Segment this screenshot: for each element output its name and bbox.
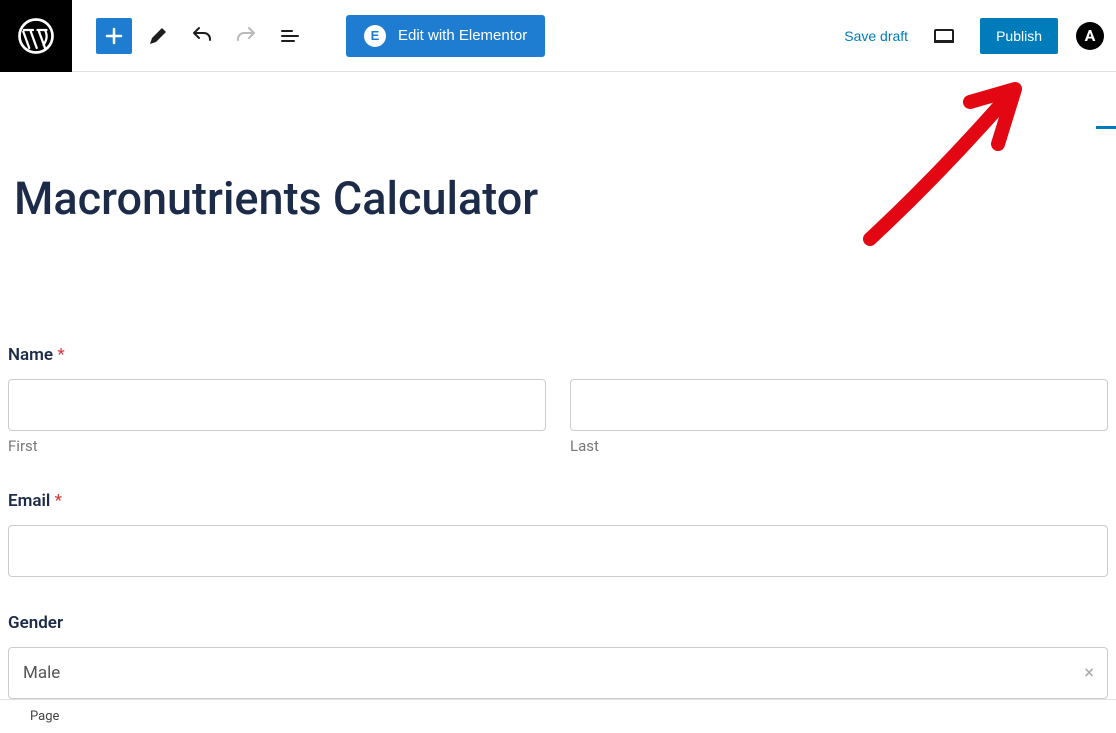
last-name-input[interactable]: [570, 379, 1108, 431]
redo-icon: [234, 24, 258, 48]
preview-button[interactable]: [926, 18, 962, 54]
clear-selection-button[interactable]: ×: [1084, 663, 1094, 684]
first-name-input[interactable]: [8, 379, 546, 431]
name-field-group: Name * First Last: [8, 345, 1108, 455]
editor-footer-breadcrumb: Page: [0, 699, 1116, 733]
elementor-icon: E: [364, 25, 386, 47]
form-preview: Name * First Last Email * Ge: [8, 345, 1108, 699]
edit-with-elementor-button[interactable]: E Edit with Elementor: [346, 15, 545, 57]
edit-mode-button[interactable]: [140, 18, 176, 54]
breadcrumb-item[interactable]: Page: [30, 709, 59, 724]
redo-button[interactable]: [228, 18, 264, 54]
publish-button[interactable]: Publish: [980, 18, 1058, 54]
email-input[interactable]: [8, 525, 1108, 577]
gender-field-group: Gender Male ×: [8, 613, 1108, 699]
name-label: Name *: [8, 345, 1108, 365]
editor-content-area: Macronutrients Calculator Name * First L…: [0, 72, 1116, 699]
page-title[interactable]: Macronutrients Calculator: [14, 172, 1108, 225]
email-field-group: Email *: [8, 491, 1108, 577]
sidebar-drag-indicator: [1096, 126, 1116, 129]
desktop-icon: [932, 24, 956, 48]
undo-button[interactable]: [184, 18, 220, 54]
top-toolbar: E Edit with Elementor Save draft Publish…: [0, 0, 1116, 72]
undo-icon: [190, 24, 214, 48]
wordpress-icon: [18, 18, 54, 54]
required-indicator: *: [55, 491, 62, 511]
gender-select[interactable]: Male: [8, 647, 1108, 699]
pencil-icon: [146, 24, 170, 48]
email-label: Email *: [8, 491, 1108, 511]
document-overview-button[interactable]: [272, 18, 308, 54]
plus-icon: [102, 24, 126, 48]
theme-settings-button[interactable]: A: [1076, 22, 1104, 50]
required-indicator: *: [57, 345, 64, 365]
list-view-icon: [278, 24, 302, 48]
last-name-sublabel: Last: [570, 437, 1108, 455]
add-block-button[interactable]: [96, 18, 132, 54]
toolbar-left-group: E Edit with Elementor: [72, 15, 545, 57]
theme-badge-icon: A: [1085, 26, 1096, 45]
wordpress-logo-button[interactable]: [0, 0, 72, 72]
first-name-sublabel: First: [8, 437, 546, 455]
elementor-button-label: Edit with Elementor: [398, 27, 527, 44]
gender-label: Gender: [8, 613, 1108, 633]
toolbar-right-group: Save draft Publish A: [844, 18, 1116, 54]
save-draft-button[interactable]: Save draft: [844, 28, 908, 44]
